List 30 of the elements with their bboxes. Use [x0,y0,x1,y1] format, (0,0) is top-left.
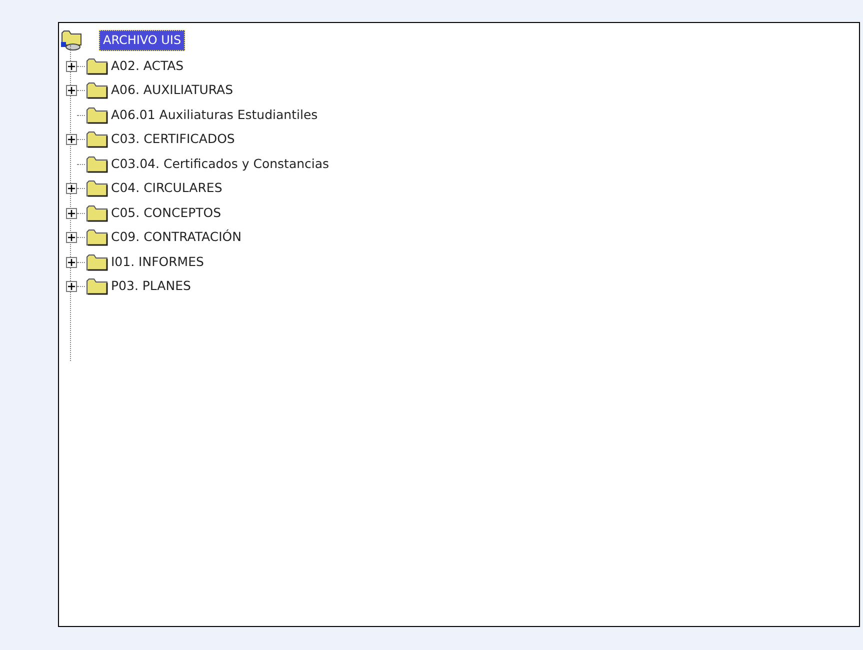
expand-icon[interactable] [66,183,77,194]
expand-icon[interactable] [66,60,77,72]
tree-item[interactable]: ARCHIVO UIS [99,30,186,50]
expand-icon[interactable] [66,208,77,219]
folder-icon [86,106,108,124]
expand-icon[interactable] [66,281,77,292]
folder-icon [86,131,108,148]
expand-icon[interactable] [66,85,77,96]
expand-icon[interactable] [66,256,77,268]
tree-item[interactable]: C03.04. Certificados y Constancias [111,154,330,174]
tree-item[interactable]: C03. CERTIFICADOS [111,130,235,150]
folder-icon [86,58,108,75]
folder-icon [86,156,108,173]
tree-item[interactable]: P03. PLANES [111,277,191,296]
network-folder-icon [61,29,83,51]
folder-icon [86,254,108,271]
tree-item[interactable]: C09. CONTRATACIÓN [111,228,242,248]
tree-item[interactable]: A06. AUXILIATURAS [111,81,234,100]
expand-icon[interactable] [66,134,77,146]
tree-item[interactable]: A06.01 Auxiliaturas Estudiantiles [111,106,318,125]
tree-item[interactable]: A02. ACTAS [111,56,184,76]
folder-icon [86,204,108,222]
expand-icon[interactable] [66,232,77,244]
tree-item[interactable]: C04. CIRCULARES [111,179,222,198]
folder-icon [86,229,108,246]
folder-icon [86,82,108,100]
folder-icon [86,180,108,198]
tree-item[interactable]: C05. CONCEPTOS [111,204,222,223]
tree-item[interactable]: I01. INFORMES [111,252,204,272]
folder-icon [86,278,108,296]
